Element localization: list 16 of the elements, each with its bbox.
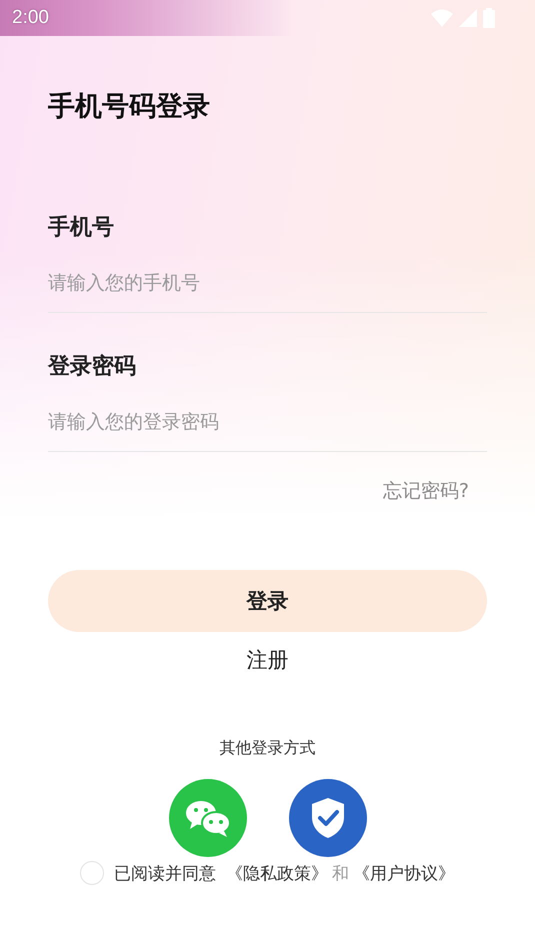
page-title: 手机号码登录 [48, 90, 211, 124]
agreement-joiner: 和 [332, 862, 349, 884]
field-label: 手机号 [48, 214, 115, 242]
login-button[interactable]: 登录 [48, 570, 487, 632]
agree-checkbox[interactable] [80, 861, 104, 885]
privacy-policy-link[interactable]: 《隐私政策》 [226, 862, 328, 884]
chat-bubbles-icon [184, 798, 232, 838]
input-field[interactable]: 请输入您的手机号 [48, 264, 487, 313]
other-methods-title: 其他登录方式 [220, 738, 316, 759]
status-time: 2:00 [12, 7, 49, 29]
shield-check-icon [310, 797, 346, 839]
user-agreement-link[interactable]: 《用户协议》 [353, 862, 455, 884]
input-field[interactable]: 请输入您的登录密码 [48, 403, 487, 452]
field-label: 登录密码 [48, 352, 137, 381]
register-link[interactable]: 注册 [246, 646, 288, 674]
agreement-text: 已阅读并同意 [114, 862, 216, 884]
